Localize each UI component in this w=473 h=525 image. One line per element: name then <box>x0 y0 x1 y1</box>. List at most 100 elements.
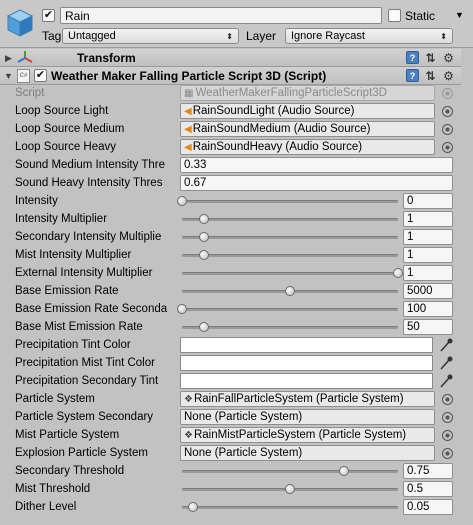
sound-medium-threshold-label: Sound Medium Intensity Thre <box>15 159 166 171</box>
external-intensity-multiplier-slider-thumb[interactable] <box>393 268 403 278</box>
loop-source-heavy-label: Loop Source Heavy <box>15 141 117 153</box>
audio-source-icon: ◀ <box>184 124 192 135</box>
loop-source-light-field[interactable]: ◀RainSoundLight (Audio Source) <box>180 103 435 119</box>
precipitation-secondary-tint-swatch[interactable] <box>180 373 433 389</box>
secondary-threshold-slider-track[interactable] <box>182 470 398 473</box>
particle-system-label: Particle System <box>15 393 95 405</box>
inspector-scrollbar[interactable] <box>461 48 473 525</box>
particle-system-field[interactable]: ❖RainFallParticleSystem (Particle System… <box>180 391 435 407</box>
base-emission-rate-secondary-input[interactable]: 100 <box>403 301 453 317</box>
tag-dropdown[interactable]: Untagged ⬍ <box>62 28 239 44</box>
secondary-intensity-multiplier-slider-thumb[interactable] <box>198 232 209 242</box>
cs-script-icon: C# <box>17 69 30 83</box>
eyedropper-icon[interactable] <box>439 355 453 371</box>
loop-source-medium-field[interactable]: ◀RainSoundMedium (Audio Source) <box>180 121 435 137</box>
static-dropdown-icon[interactable]: ▼ <box>455 10 464 20</box>
intensity-multiplier-input[interactable]: 1 <box>403 211 453 227</box>
object-picker-icon[interactable] <box>442 142 453 153</box>
object-picker-icon[interactable] <box>442 124 453 135</box>
particle-system-secondary-field[interactable]: None (Particle System) <box>180 409 435 425</box>
component-enabled-checkbox[interactable]: ✔ <box>34 69 47 82</box>
intensity-multiplier-slider-thumb[interactable] <box>198 214 209 224</box>
secondary-intensity-multiplier-input[interactable]: 1 <box>403 229 453 245</box>
sound-medium-threshold-input[interactable]: 0.33 <box>180 157 453 173</box>
object-picker-icon[interactable] <box>442 106 453 117</box>
base-mist-emission-rate-slider-track[interactable] <box>182 326 398 329</box>
object-picker-icon[interactable] <box>442 412 453 423</box>
loop-source-light-value: RainSoundLight (Audio Source) <box>192 105 355 117</box>
tag-dropdown-value: Untagged <box>68 30 116 42</box>
intensity-multiplier-slider-track[interactable] <box>182 218 398 221</box>
mist-threshold-slider-thumb[interactable] <box>285 484 295 494</box>
gear-icon[interactable]: ⚙ <box>442 51 455 65</box>
base-emission-rate-secondary-slider-thumb[interactable] <box>177 304 187 314</box>
base-mist-emission-rate-input[interactable]: 50 <box>403 319 453 335</box>
mist-intensity-multiplier-slider-track[interactable] <box>182 254 398 257</box>
secondary-intensity-multiplier-label: Secondary Intensity Multiplie <box>15 231 162 243</box>
mist-particle-system-label: Mist Particle System <box>15 429 120 441</box>
static-label: Static <box>405 9 436 23</box>
static-checkbox[interactable] <box>388 9 401 22</box>
eyedropper-icon[interactable] <box>439 337 453 353</box>
external-intensity-multiplier-slider-track[interactable] <box>182 272 398 275</box>
loop-source-medium-label: Loop Source Medium <box>15 123 125 135</box>
explosion-particle-system-field[interactable]: None (Particle System) <box>180 445 435 461</box>
precipitation-mist-tint-label: Precipitation Mist Tint Color <box>15 357 155 369</box>
loop-source-heavy-value: RainSoundHeavy (Audio Source) <box>192 141 363 153</box>
secondary-intensity-multiplier-slider-track[interactable] <box>182 236 398 239</box>
secondary-threshold-slider-thumb[interactable] <box>339 466 349 476</box>
script-label: Script <box>15 87 45 99</box>
object-picker-icon[interactable] <box>442 430 453 441</box>
mist-threshold-input[interactable]: 0.5 <box>403 481 453 497</box>
preset-icon[interactable]: ⇅ <box>424 51 437 65</box>
precipitation-tint-label: Precipitation Tint Color <box>15 339 131 351</box>
base-emission-rate-input[interactable]: 5000 <box>403 283 453 299</box>
intensity-slider-track[interactable] <box>182 200 398 203</box>
particle-system-icon: ❖ <box>184 430 193 441</box>
audio-source-icon: ◀ <box>184 142 192 153</box>
secondary-threshold-input[interactable]: 0.75 <box>403 463 453 479</box>
external-intensity-multiplier-label: External Intensity Multiplier <box>15 267 153 279</box>
intensity-multiplier-label: Intensity Multiplier <box>15 213 108 225</box>
explosion-particle-system-label: Explosion Particle System <box>15 447 148 459</box>
external-intensity-multiplier-input[interactable]: 1 <box>403 265 453 281</box>
base-emission-rate-secondary-slider-track[interactable] <box>182 308 398 311</box>
help-icon[interactable]: ? <box>406 51 419 64</box>
eyedropper-icon[interactable] <box>439 373 453 389</box>
cs-script-icon: ▦ <box>184 88 194 99</box>
mist-intensity-multiplier-input[interactable]: 1 <box>403 247 453 263</box>
base-emission-rate-slider-thumb[interactable] <box>285 286 295 296</box>
mist-threshold-label: Mist Threshold <box>15 483 91 495</box>
base-mist-emission-rate-slider-thumb[interactable] <box>198 322 209 332</box>
loop-source-heavy-field[interactable]: ◀RainSoundHeavy (Audio Source) <box>180 139 435 155</box>
precipitation-secondary-tint-label: Precipitation Secondary Tint <box>15 375 159 387</box>
precipitation-mist-tint-swatch[interactable] <box>180 355 433 371</box>
gameobject-name-input[interactable]: Rain <box>60 7 382 24</box>
object-picker-icon <box>442 88 453 99</box>
chevron-updown-icon: ⬍ <box>226 31 233 41</box>
layer-dropdown[interactable]: Ignore Raycast ⬍ <box>285 28 453 44</box>
dither-level-slider-track[interactable] <box>182 506 398 509</box>
preset-icon[interactable]: ⇅ <box>424 69 437 83</box>
loop-source-light-label: Loop Source Light <box>15 105 109 117</box>
precipitation-tint-swatch[interactable] <box>180 337 433 353</box>
foldout-collapsed-icon[interactable]: ▶ <box>5 53 12 64</box>
dither-level-input[interactable]: 0.05 <box>403 499 453 515</box>
help-icon[interactable]: ? <box>406 69 419 82</box>
base-emission-rate-label: Base Emission Rate <box>15 285 119 297</box>
cube-icon <box>6 9 34 37</box>
mist-intensity-multiplier-slider-thumb[interactable] <box>198 250 209 260</box>
gameobject-active-checkbox[interactable]: ✔ <box>42 9 55 22</box>
mist-particle-system-field[interactable]: ❖RainMistParticleSystem (Particle System… <box>180 427 435 443</box>
object-picker-icon[interactable] <box>442 448 453 459</box>
mist-particle-system-value: RainMistParticleSystem (Particle System) <box>193 429 407 441</box>
sound-heavy-threshold-input[interactable]: 0.67 <box>180 175 453 191</box>
dither-level-slider-thumb[interactable] <box>187 502 198 512</box>
gear-icon[interactable]: ⚙ <box>442 69 455 83</box>
intensity-slider-thumb[interactable] <box>177 196 187 206</box>
intensity-label: Intensity <box>15 195 58 207</box>
object-picker-icon[interactable] <box>442 394 453 405</box>
intensity-input[interactable]: 0 <box>403 193 453 209</box>
foldout-expanded-icon[interactable]: ▼ <box>4 71 13 81</box>
transform-component-header[interactable] <box>0 49 473 67</box>
